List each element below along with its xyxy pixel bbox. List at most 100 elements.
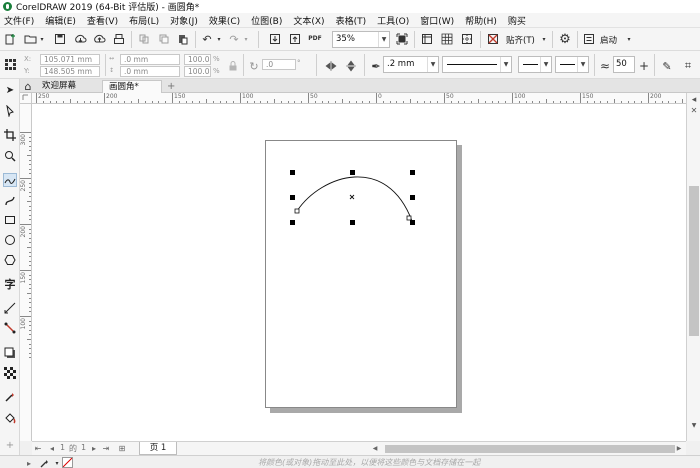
color-eyedropper-tool-icon[interactable] [3, 390, 17, 404]
selection-handle-bottom-right[interactable] [410, 220, 415, 225]
scroll-left-arrow[interactable]: ◀ [369, 442, 381, 454]
page-first-icon[interactable]: ⇤ [32, 442, 44, 454]
horizontal-scrollbar-thumb[interactable] [385, 445, 675, 453]
polygon-tool-icon[interactable] [3, 253, 17, 267]
selection-handle-top-center[interactable] [350, 170, 355, 175]
menu-object[interactable]: 对象(J) [170, 14, 198, 27]
selection-handle-middle-right[interactable] [410, 195, 415, 200]
redo-dropdown-arrow[interactable]: ▾ [239, 32, 253, 46]
paste-icon[interactable] [176, 32, 190, 46]
full-screen-icon[interactable] [395, 32, 409, 46]
document-palette-menu-icon[interactable]: ▸ [22, 456, 36, 468]
zoom-tool-icon[interactable] [3, 149, 17, 163]
add-tool-icon[interactable]: + [3, 438, 17, 452]
position-y-field[interactable]: 148.505 mm [40, 66, 100, 77]
page-next-icon[interactable]: ▸ [88, 442, 100, 454]
new-document-icon[interactable] [3, 32, 17, 46]
menu-text[interactable]: 文本(X) [293, 14, 324, 27]
menu-effects[interactable]: 效果(C) [209, 14, 240, 27]
menu-window[interactable]: 窗口(W) [420, 14, 454, 27]
menu-layout[interactable]: 布局(L) [129, 14, 159, 27]
grid-toggle-icon[interactable] [440, 32, 454, 46]
selection-handle-top-left[interactable] [290, 170, 295, 175]
convert-to-curves-icon[interactable]: ⌗ [681, 59, 695, 73]
connector-tool-icon[interactable] [3, 321, 17, 335]
page-last-icon[interactable]: ⇥ [100, 442, 112, 454]
arc-curve[interactable] [296, 176, 413, 222]
menu-file[interactable]: 文件(F) [4, 14, 34, 27]
scroll-right-arrow[interactable]: ▶ [673, 442, 685, 454]
mirror-horizontal-icon[interactable] [324, 59, 338, 73]
no-color-swatch[interactable] [62, 457, 73, 468]
open-dropdown-arrow[interactable]: ▾ [35, 32, 49, 46]
drawing-canvas[interactable] [32, 104, 686, 441]
menu-table[interactable]: 表格(T) [336, 14, 367, 27]
artistic-media-tool-icon[interactable] [3, 194, 17, 208]
menu-buy[interactable]: 购买 [508, 14, 526, 27]
coreldraw-app-icon[interactable] [3, 2, 12, 11]
tab-document[interactable]: 画圆角* [102, 80, 162, 93]
menu-help[interactable]: 帮助(H) [465, 14, 497, 27]
vertical-ruler[interactable]: 300 250 200 150 100 [20, 104, 32, 441]
home-icon[interactable]: ⌂ [21, 79, 35, 93]
curve-start-node[interactable] [294, 208, 300, 214]
smoothing-field[interactable]: 50 [613, 56, 635, 73]
transparency-tool-icon[interactable] [3, 366, 17, 380]
page-previous-icon[interactable]: ◂ [46, 442, 58, 454]
application-launcher-icon[interactable] [582, 32, 596, 46]
menu-tools[interactable]: 工具(O) [377, 14, 409, 27]
snap-off-icon[interactable] [486, 32, 500, 46]
snap-to-label[interactable]: 贴齐(T) [506, 34, 535, 46]
docker-close-icon[interactable]: ✕ [687, 103, 700, 117]
lock-ratio-icon[interactable] [226, 59, 240, 73]
tab-welcome-screen[interactable]: 欢迎屏幕 [36, 80, 100, 93]
page-tab[interactable]: 页 1 [139, 442, 177, 455]
selection-handle-bottom-center[interactable] [350, 220, 355, 225]
vertical-scrollbar-thumb[interactable] [689, 186, 699, 336]
width-field[interactable]: .0 mm [120, 54, 180, 65]
copy-icon[interactable] [157, 32, 171, 46]
publish-pdf-icon[interactable]: PDF [308, 31, 322, 45]
crop-tool-icon[interactable] [3, 128, 17, 142]
cloud-download-icon[interactable] [73, 32, 87, 46]
application-launcher-label[interactable]: 启动 [600, 34, 617, 46]
selection-handle-middle-left[interactable] [290, 195, 295, 200]
menu-bitmaps[interactable]: 位图(B) [251, 14, 282, 27]
zoom-level-dropdown[interactable]: 35% ▼ [332, 31, 390, 48]
object-origin-icon[interactable] [3, 57, 17, 71]
import-icon[interactable] [268, 32, 282, 46]
selection-handle-top-right[interactable] [410, 170, 415, 175]
cloud-upload-icon[interactable] [92, 32, 106, 46]
start-arrowhead-dropdown[interactable]: ▼ [518, 56, 552, 73]
pick-tool-icon[interactable]: ➤ [3, 83, 17, 97]
parallel-dimension-tool-icon[interactable] [3, 301, 17, 315]
line-style-dropdown[interactable]: ▼ [442, 56, 512, 73]
cut-icon[interactable] [137, 32, 151, 46]
drop-shadow-tool-icon[interactable] [3, 346, 17, 360]
horizontal-ruler[interactable]: 25020015010050050100150200250 [32, 93, 686, 104]
outline-width-dropdown[interactable]: .2 mm ▼ [383, 56, 439, 73]
text-tool-icon[interactable]: 字 [3, 277, 17, 291]
rectangle-tool-icon[interactable] [3, 213, 17, 227]
position-x-field[interactable]: 105.071 mm [40, 54, 100, 65]
quick-customize-icon[interactable]: ✎ [660, 59, 674, 73]
vertical-scrollbar[interactable]: ◂ ✕ ⊠ ▼ [686, 93, 700, 441]
snap-to-dropdown-arrow[interactable]: ▾ [537, 32, 551, 46]
freehand-tool-icon[interactable] [3, 173, 17, 187]
options-gear-icon[interactable]: ⚙ [558, 32, 572, 47]
print-icon[interactable] [112, 32, 126, 46]
ellipse-tool-icon[interactable] [3, 233, 17, 247]
guidelines-toggle-icon[interactable] [460, 32, 474, 46]
scroll-down-arrow[interactable]: ▼ [687, 418, 700, 432]
end-arrowhead-dropdown[interactable]: ▼ [555, 56, 589, 73]
shape-tool-icon[interactable] [3, 104, 17, 118]
scale-y-field[interactable]: 100.0 [184, 66, 211, 77]
ruler-origin-corner[interactable] [20, 93, 32, 104]
export-icon[interactable] [288, 32, 302, 46]
rulers-toggle-icon[interactable] [420, 32, 434, 46]
add-page-icon[interactable]: ⊞ [116, 442, 128, 454]
menu-view[interactable]: 查看(V) [87, 14, 118, 27]
height-field[interactable]: .0 mm [120, 66, 180, 77]
interactive-fill-tool-icon[interactable] [3, 411, 17, 425]
smoothing-plus-icon[interactable]: + [637, 59, 651, 73]
